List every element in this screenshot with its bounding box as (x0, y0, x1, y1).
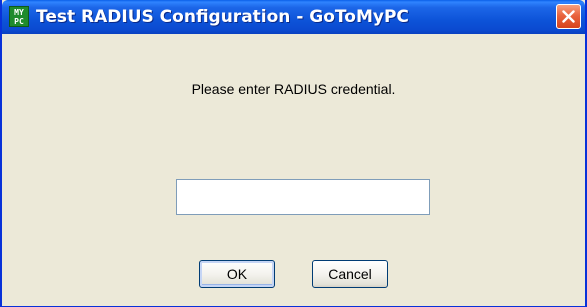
close-button[interactable] (556, 4, 581, 29)
dialog-content: Please enter RADIUS credential. OK Cance… (2, 34, 585, 307)
close-icon (562, 10, 575, 23)
dialog-window: MY PC Test RADIUS Configuration - GoToMy… (0, 0, 587, 307)
app-icon-text-bottom: PC (14, 17, 24, 26)
title-bar[interactable]: MY PC Test RADIUS Configuration - GoToMy… (2, 0, 585, 34)
ok-button[interactable]: OK (199, 260, 275, 288)
prompt-text: Please enter RADIUS credential. (191, 81, 396, 97)
cancel-button[interactable]: Cancel (312, 260, 388, 288)
gotomypc-app-icon: MY PC (9, 6, 29, 27)
app-icon-text-top: MY (14, 8, 24, 17)
credential-input[interactable] (176, 179, 430, 215)
window-title: Test RADIUS Configuration - GoToMyPC (36, 7, 409, 27)
